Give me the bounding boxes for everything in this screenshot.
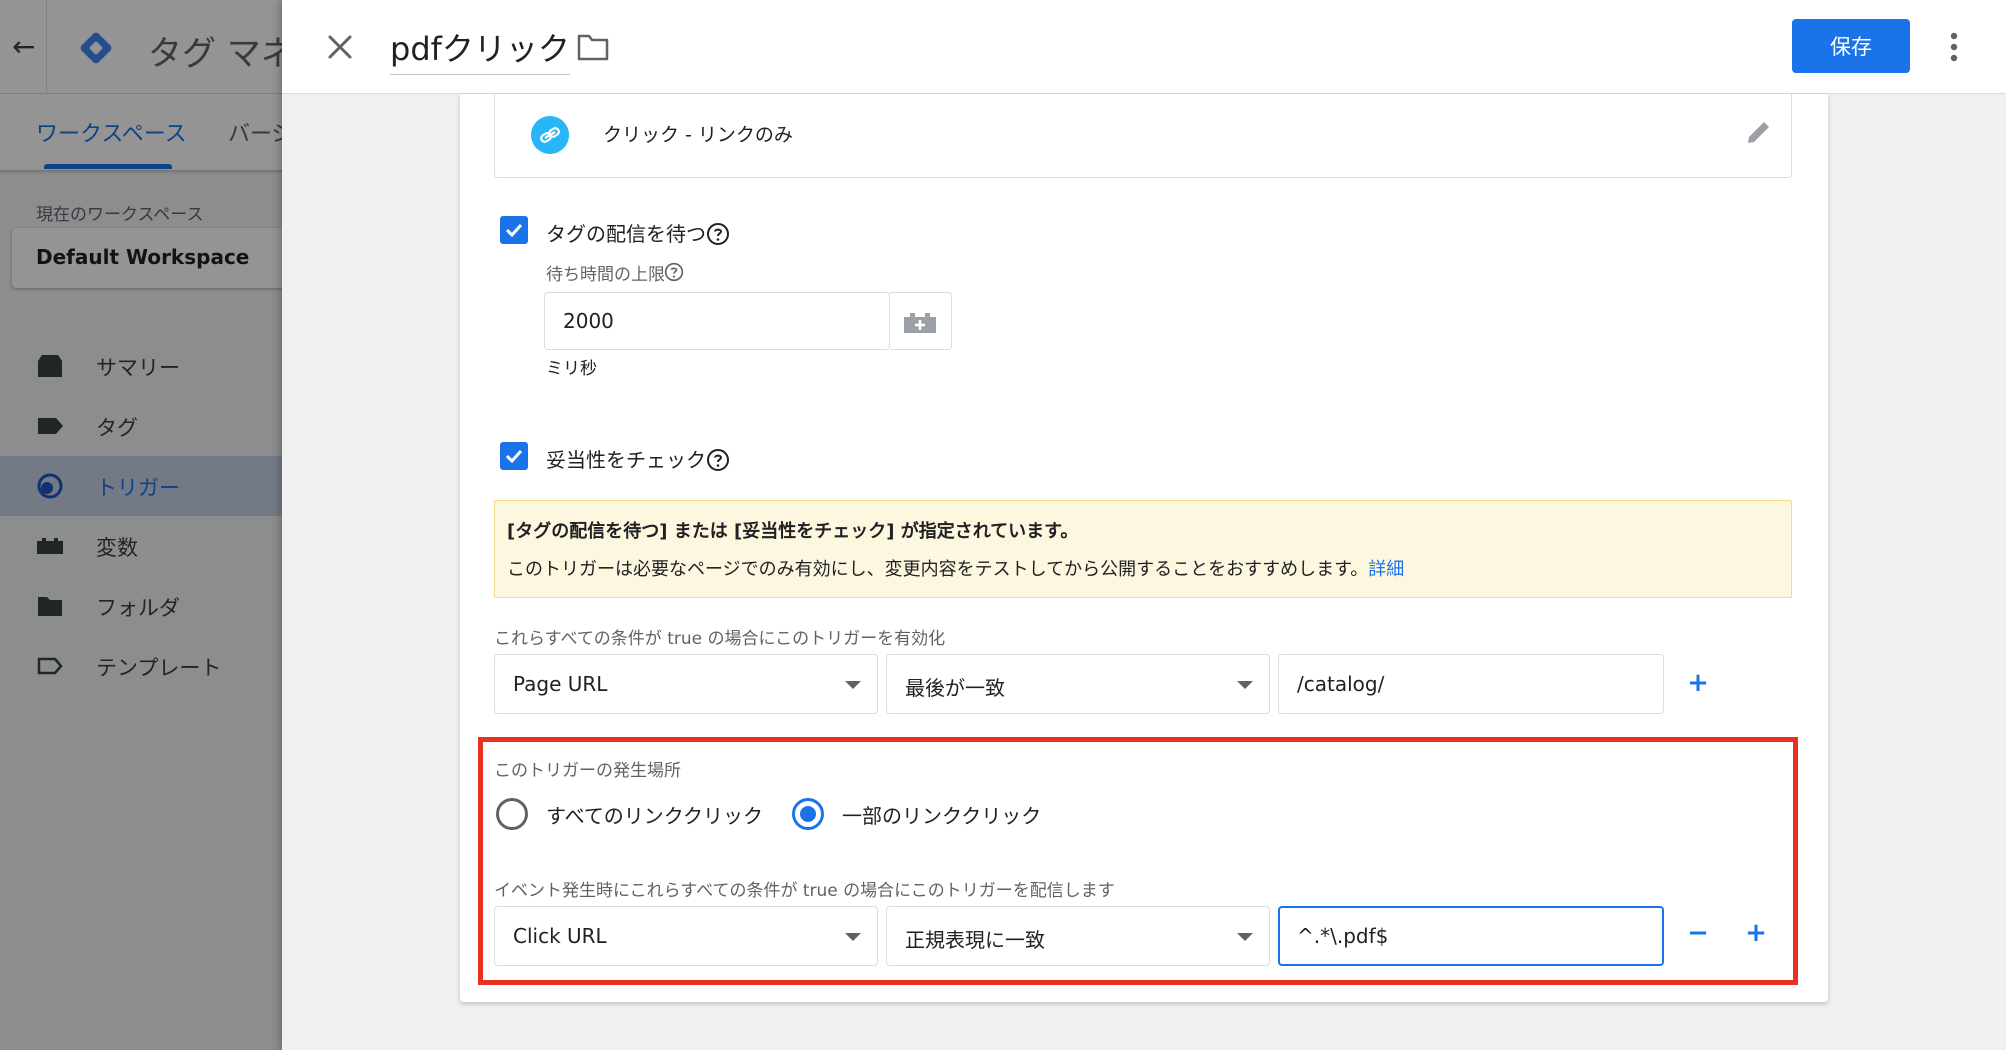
warning-notice: [タグの配信を待つ] または [妥当性をチェック] が指定されています。 このト… bbox=[494, 500, 1792, 598]
select-value: 最後が一致 bbox=[905, 676, 1005, 700]
wait-for-tags-label: タグの配信を待つ bbox=[546, 222, 706, 246]
trigger-name[interactable]: pdfクリック bbox=[390, 24, 570, 75]
help-icon[interactable] bbox=[664, 262, 684, 282]
dropdown-caret-icon bbox=[845, 933, 861, 941]
radio-label: 一部のリンククリック bbox=[842, 804, 1042, 828]
fires-on-label: このトリガーの発生場所 bbox=[494, 761, 681, 781]
input-value: ^.*\.pdf$ bbox=[1297, 924, 1389, 948]
fire-operator-select[interactable]: 正規表現に一致 bbox=[886, 906, 1270, 966]
save-button[interactable]: 保存 bbox=[1792, 19, 1910, 73]
wait-for-tags-checkbox[interactable] bbox=[500, 216, 528, 244]
trigger-config-card: クリック - リンクのみ タグの配信を待つ 待ち時間の上限 2000 ミリ秒 妥… bbox=[460, 94, 1828, 1002]
input-value: /catalog/ bbox=[1297, 672, 1385, 696]
help-icon[interactable] bbox=[706, 448, 730, 472]
enable-operator-select[interactable]: 最後が一致 bbox=[886, 654, 1270, 714]
trigger-type-label: クリック - リンクのみ bbox=[603, 124, 793, 146]
timeout-input[interactable]: 2000 bbox=[544, 292, 890, 350]
timeout-value: 2000 bbox=[563, 309, 614, 333]
notice-body: このトリガーは必要なページでのみ有効にし、変更内容をテストしてから公開することを… bbox=[507, 555, 1404, 581]
timeout-unit: ミリ秒 bbox=[546, 359, 597, 379]
some-link-clicks-radio[interactable] bbox=[792, 798, 824, 830]
radio-label: すべてのリンククリック bbox=[546, 804, 763, 828]
help-icon[interactable] bbox=[706, 222, 730, 246]
notice-title: [タグの配信を待つ] または [妥当性をチェック] が指定されています。 bbox=[507, 521, 1079, 542]
edit-pencil-icon[interactable] bbox=[1743, 116, 1775, 148]
fire-value-input[interactable]: ^.*\.pdf$ bbox=[1278, 906, 1664, 966]
sheet-header: pdfクリック 保存 bbox=[282, 0, 2006, 94]
fire-conditions-label: イベント発生時にこれらすべての条件が true の場合にこのトリガーを配信します bbox=[494, 881, 1115, 901]
dropdown-caret-icon bbox=[845, 681, 861, 689]
fire-variable-select[interactable]: Click URL bbox=[494, 906, 878, 966]
more-vert-icon[interactable] bbox=[1942, 28, 1966, 66]
close-icon[interactable] bbox=[320, 27, 360, 67]
trigger-editor-sheet: pdfクリック 保存 クリック - リンクのみ タグの配信を待つ 待ち時間の上限… bbox=[282, 0, 2006, 1050]
dropdown-caret-icon bbox=[1237, 681, 1253, 689]
all-link-clicks-radio[interactable] bbox=[496, 798, 528, 830]
folder-icon[interactable] bbox=[576, 32, 610, 62]
learn-more-link[interactable]: 詳細 bbox=[1368, 559, 1404, 580]
check-validation-label: 妥当性をチェック bbox=[546, 448, 706, 472]
notice-text: このトリガーは必要なページでのみ有効にし、変更内容をテストしてから公開することを… bbox=[507, 559, 1369, 580]
trigger-type-selector[interactable]: クリック - リンクのみ bbox=[494, 94, 1792, 178]
check-validation-checkbox[interactable] bbox=[500, 442, 528, 470]
enable-value-input[interactable]: /catalog/ bbox=[1278, 654, 1664, 714]
remove-fire-condition-button[interactable]: − bbox=[1680, 916, 1716, 952]
timeout-label: 待ち時間の上限 bbox=[546, 265, 665, 285]
select-value: Click URL bbox=[513, 924, 607, 948]
select-value: 正規表現に一致 bbox=[905, 928, 1045, 952]
add-fire-condition-button[interactable]: + bbox=[1738, 916, 1774, 952]
dropdown-caret-icon bbox=[1237, 933, 1253, 941]
enable-variable-select[interactable]: Page URL bbox=[494, 654, 878, 714]
add-enable-condition-button[interactable]: + bbox=[1680, 666, 1716, 702]
enable-conditions-label: これらすべての条件が true の場合にこのトリガーを有効化 bbox=[494, 629, 946, 649]
select-value: Page URL bbox=[513, 672, 608, 696]
link-icon bbox=[531, 116, 569, 154]
variable-icon bbox=[904, 313, 936, 333]
insert-variable-button[interactable] bbox=[890, 292, 952, 350]
